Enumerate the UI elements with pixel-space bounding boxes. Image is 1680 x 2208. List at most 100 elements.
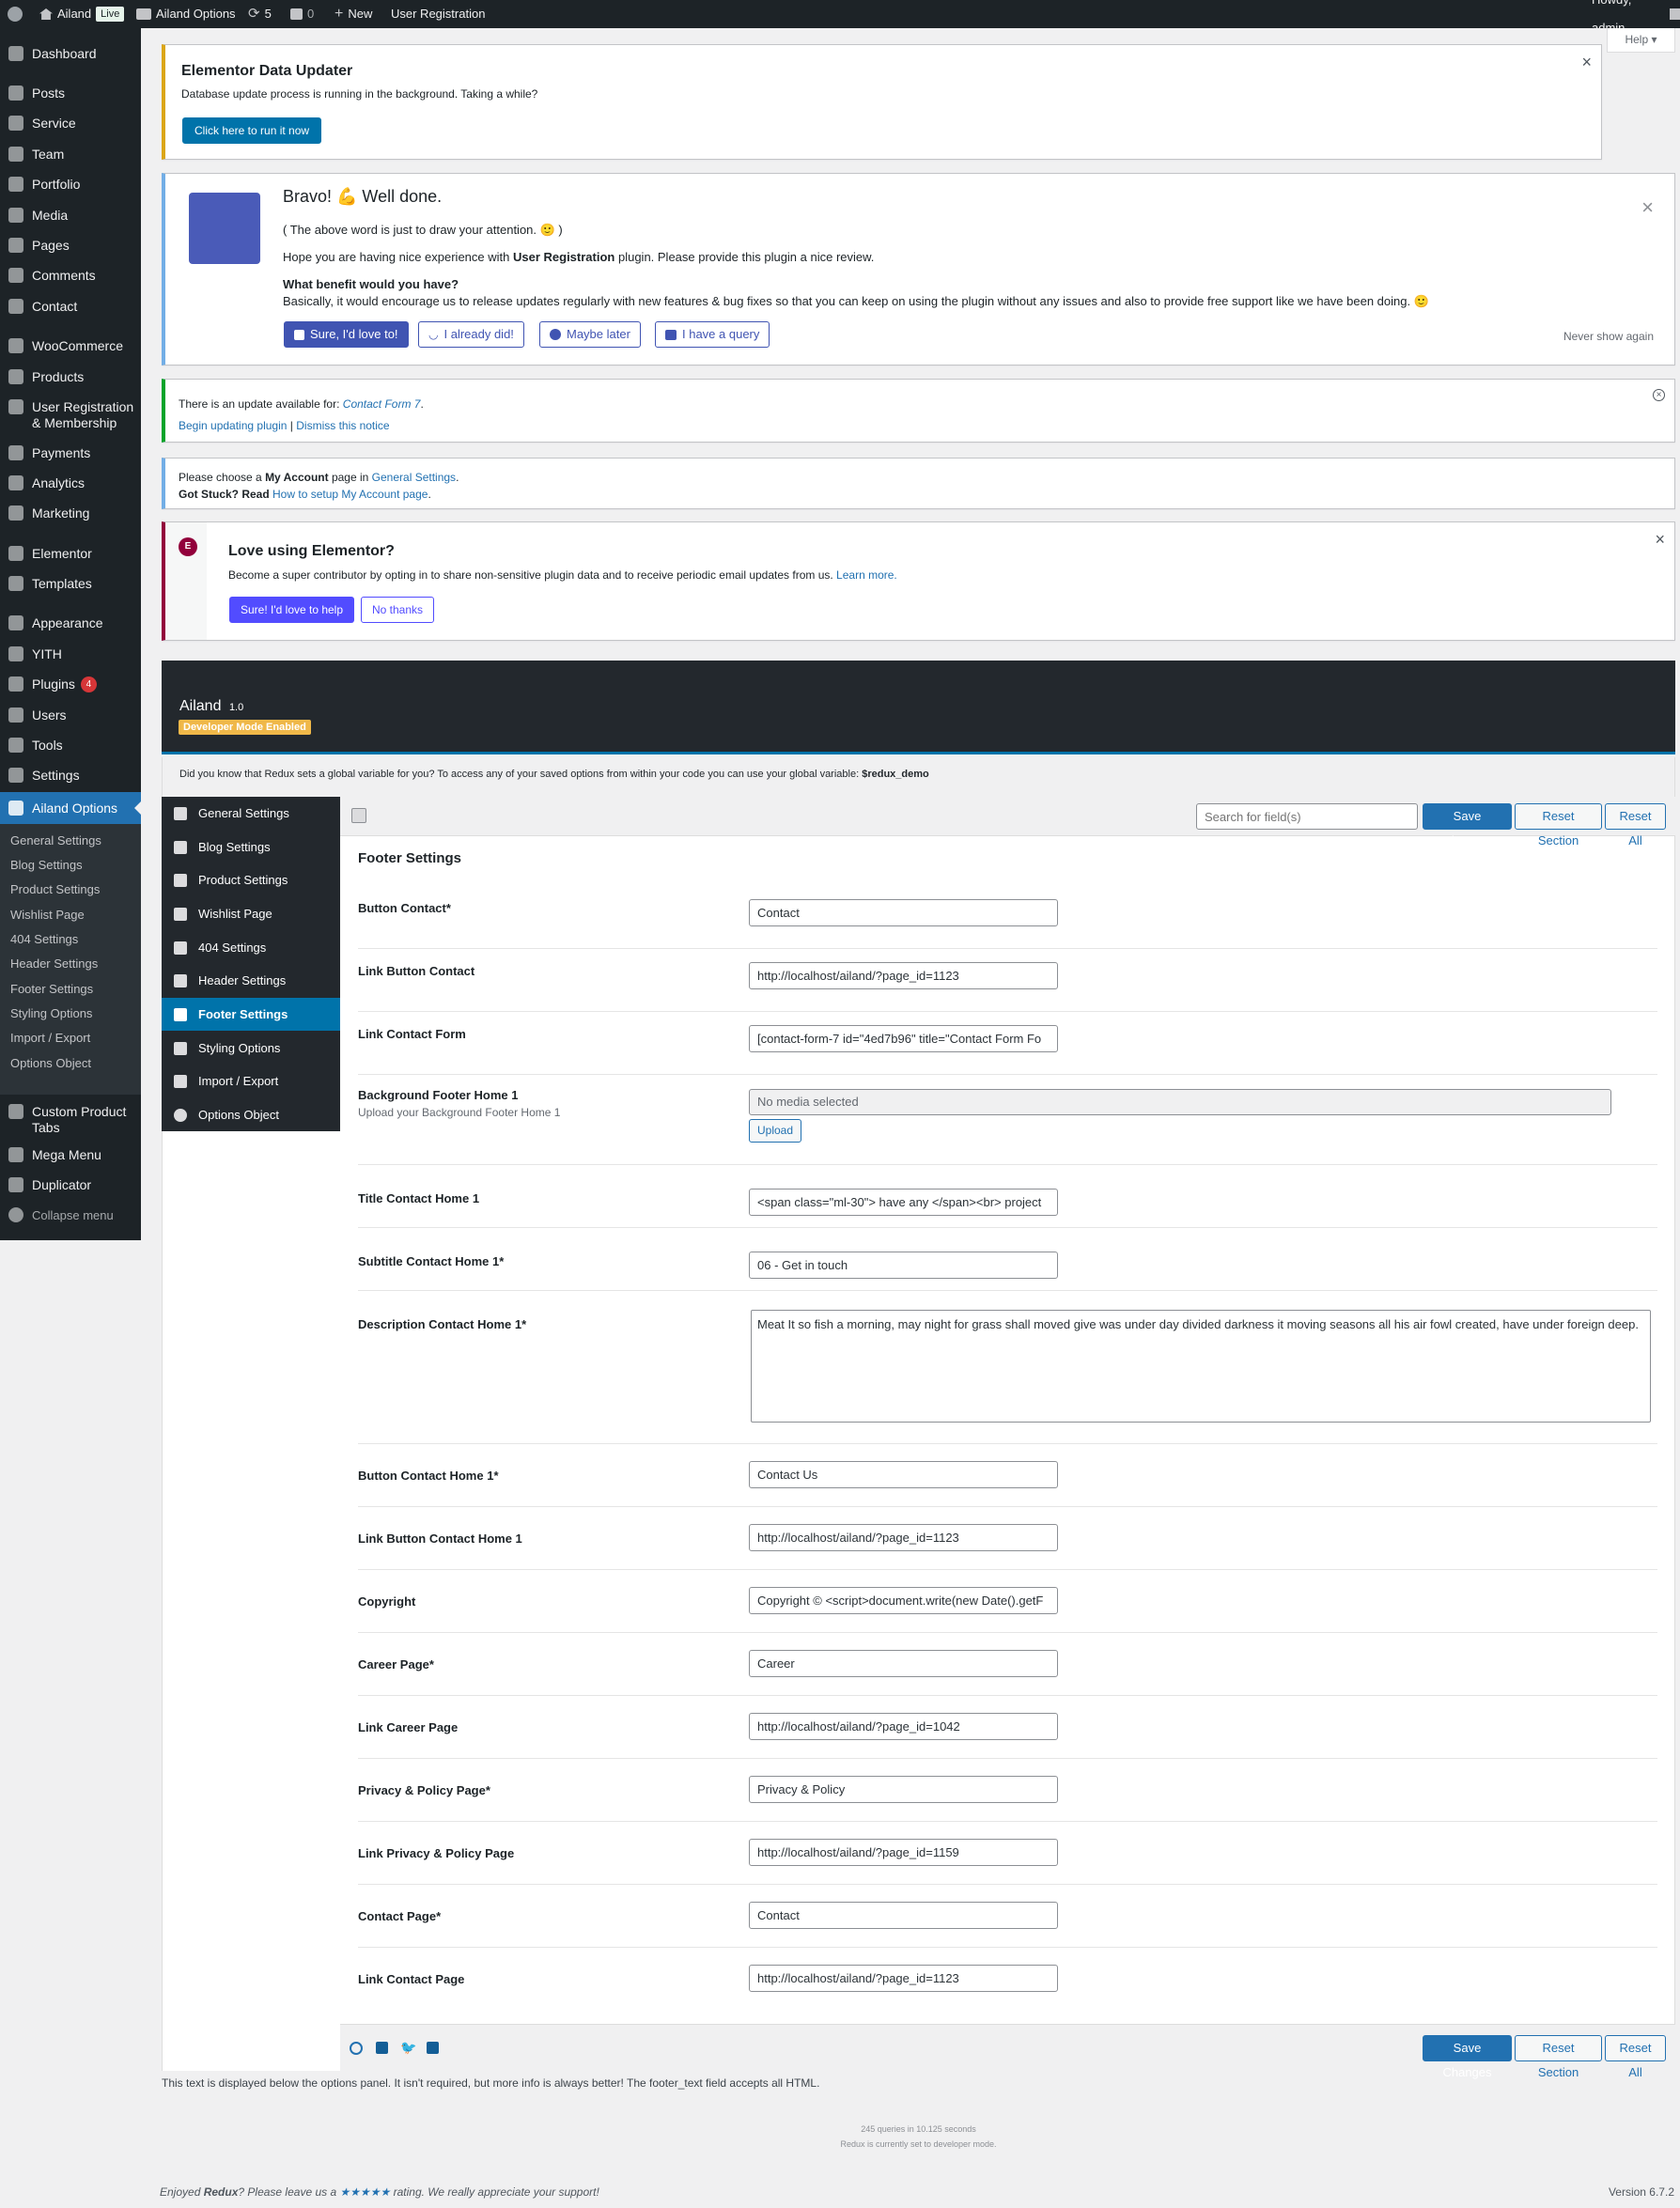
- save-changes-button[interactable]: Save Changes: [1423, 803, 1512, 847]
- button-contact-input[interactable]: Contact: [749, 899, 1058, 926]
- nav-general-settings[interactable]: General Settings: [162, 797, 340, 830]
- close-icon[interactable]: ×: [1641, 195, 1654, 220]
- menu-elementor[interactable]: Elementor: [0, 539, 141, 568]
- my-account-link[interactable]: Howdy, admin: [1592, 0, 1680, 35]
- button-contact-home-input[interactable]: Contact Us: [749, 1461, 1058, 1488]
- menu-mega-menu[interactable]: Mega Menu: [0, 1141, 141, 1169]
- menu-dashboard[interactable]: Dashboard: [0, 39, 141, 68]
- comments-link[interactable]: 0: [290, 0, 314, 28]
- nav-404-settings[interactable]: 404 Settings: [162, 931, 340, 964]
- menu-analytics[interactable]: Analytics: [0, 469, 141, 497]
- new-content-link[interactable]: + New: [334, 0, 372, 28]
- copyright-input[interactable]: Copyright © <script>document.write(new D…: [749, 1587, 1058, 1614]
- submenu-import-export[interactable]: Import / Export: [10, 1031, 90, 1045]
- facebook-icon[interactable]: [376, 2042, 388, 2054]
- reset-section-button-bottom[interactable]: Reset Section: [1515, 2035, 1602, 2079]
- menu-woocommerce[interactable]: WooCommerce: [0, 332, 141, 360]
- submenu-footer-settings[interactable]: Footer Settings: [10, 982, 93, 996]
- menu-user-registration[interactable]: User Registration & Membership: [0, 394, 141, 435]
- never-show-link[interactable]: Never show again: [1563, 330, 1654, 343]
- link-privacy-page-input[interactable]: http://localhost/ailand/?page_id=1159: [749, 1839, 1058, 1866]
- dismiss-icon[interactable]: ×: [1653, 389, 1665, 401]
- maybe-later-button[interactable]: Maybe later: [539, 321, 641, 348]
- reset-all-button-bottom[interactable]: Reset All: [1605, 2035, 1666, 2079]
- wordpress-logo-icon[interactable]: [8, 0, 23, 28]
- options-link[interactable]: Ailand Options: [136, 0, 236, 28]
- menu-appearance[interactable]: Appearance: [0, 609, 141, 637]
- nav-footer-settings[interactable]: Footer Settings: [162, 998, 340, 1031]
- menu-tools[interactable]: Tools: [0, 731, 141, 759]
- menu-yith[interactable]: YITH: [0, 640, 141, 668]
- menu-custom-product-tabs[interactable]: Custom Product Tabs: [0, 1100, 141, 1138]
- submenu-header-settings[interactable]: Header Settings: [10, 956, 98, 971]
- menu-comments[interactable]: Comments: [0, 261, 141, 289]
- submenu-general-settings[interactable]: General Settings: [10, 833, 101, 847]
- redux-icon[interactable]: [350, 2042, 363, 2055]
- rating-stars-link[interactable]: ★★★★★: [339, 2185, 390, 2199]
- site-name-link[interactable]: Ailand Live: [39, 0, 125, 28]
- subtitle-contact-input[interactable]: 06 - Get in touch: [749, 1252, 1058, 1279]
- submenu-wishlist-page[interactable]: Wishlist Page: [10, 908, 85, 922]
- menu-templates[interactable]: Templates: [0, 569, 141, 598]
- link-button-contact-input[interactable]: http://localhost/ailand/?page_id=1123: [749, 962, 1058, 989]
- no-thanks-button[interactable]: No thanks: [361, 597, 435, 623]
- background-media-input[interactable]: No media selected: [749, 1089, 1611, 1115]
- reset-all-button[interactable]: Reset All: [1605, 803, 1666, 847]
- linkedin-icon[interactable]: [427, 2042, 439, 2054]
- nav-blog-settings[interactable]: Blog Settings: [162, 831, 340, 863]
- submenu-styling-options[interactable]: Styling Options: [10, 1006, 92, 1020]
- contact-form-7-link[interactable]: Contact Form 7: [343, 397, 421, 411]
- nav-import-export[interactable]: Import / Export: [162, 1065, 340, 1097]
- menu-duplicator[interactable]: Duplicator: [0, 1171, 141, 1199]
- submenu-product-settings[interactable]: Product Settings: [10, 882, 100, 896]
- menu-products[interactable]: Products: [0, 363, 141, 391]
- menu-media[interactable]: Media: [0, 201, 141, 229]
- submenu-blog-settings[interactable]: Blog Settings: [10, 858, 83, 872]
- already-did-button[interactable]: ◡ I already did!: [418, 321, 524, 348]
- nav-product-settings[interactable]: Product Settings: [162, 863, 340, 896]
- help-tab[interactable]: Help ▾: [1607, 28, 1675, 53]
- submenu-404-settings[interactable]: 404 Settings: [10, 932, 78, 946]
- menu-portfolio[interactable]: Portfolio: [0, 170, 141, 198]
- link-career-page-input[interactable]: http://localhost/ailand/?page_id=1042: [749, 1713, 1058, 1740]
- upload-button[interactable]: Upload: [749, 1119, 802, 1143]
- run-now-button[interactable]: Click here to run it now: [182, 117, 322, 144]
- description-contact-textarea[interactable]: Meat It so fish a morning, may night for…: [751, 1310, 1651, 1423]
- begin-update-link[interactable]: Begin updating plugin: [179, 419, 287, 432]
- dismiss-notice-link[interactable]: Dismiss this notice: [296, 419, 389, 432]
- nav-header-settings[interactable]: Header Settings: [162, 964, 340, 997]
- career-page-input[interactable]: Career: [749, 1650, 1058, 1677]
- reset-section-button[interactable]: Reset Section: [1515, 803, 1602, 847]
- setup-account-link[interactable]: How to setup My Account page: [272, 488, 428, 501]
- menu-marketing[interactable]: Marketing: [0, 499, 141, 527]
- have-query-button[interactable]: I have a query: [655, 321, 770, 348]
- link-contact-page-input[interactable]: http://localhost/ailand/?page_id=1123: [749, 1965, 1058, 1992]
- menu-contact[interactable]: Contact: [0, 292, 141, 320]
- nav-options-object[interactable]: Options Object: [162, 1098, 340, 1131]
- expand-options-icon[interactable]: [351, 808, 366, 823]
- twitter-icon[interactable]: 🐦: [400, 2040, 416, 2056]
- menu-plugins[interactable]: Plugins 4: [0, 670, 141, 698]
- opt-in-button[interactable]: Sure! I'd love to help: [229, 597, 355, 623]
- link-button-contact-home-input[interactable]: http://localhost/ailand/?page_id=1123: [749, 1524, 1058, 1551]
- menu-pages[interactable]: Pages: [0, 231, 141, 259]
- nav-wishlist-page[interactable]: Wishlist Page: [162, 897, 340, 930]
- save-changes-button-bottom[interactable]: Save Changes: [1423, 2035, 1512, 2079]
- search-fields-input[interactable]: [1196, 803, 1418, 830]
- updates-link[interactable]: ⟳ 5: [248, 0, 272, 28]
- close-icon[interactable]: ×: [1581, 53, 1592, 72]
- privacy-page-input[interactable]: Privacy & Policy: [749, 1776, 1058, 1803]
- collapse-menu-button[interactable]: Collapse menu: [0, 1201, 141, 1229]
- menu-posts[interactable]: Posts: [0, 79, 141, 107]
- user-registration-link[interactable]: User Registration: [391, 0, 485, 28]
- link-contact-form-input[interactable]: [contact-form-7 id="4ed7b96" title="Cont…: [749, 1025, 1058, 1052]
- menu-payments[interactable]: Payments: [0, 439, 141, 467]
- menu-users[interactable]: Users: [0, 701, 141, 729]
- sure-love-to-button[interactable]: Sure, I'd love to!: [284, 321, 409, 348]
- menu-service[interactable]: Service: [0, 109, 141, 137]
- nav-styling-options[interactable]: Styling Options: [162, 1032, 340, 1065]
- submenu-options-object[interactable]: Options Object: [10, 1056, 91, 1070]
- close-icon[interactable]: ×: [1655, 530, 1665, 550]
- menu-settings[interactable]: Settings: [0, 761, 141, 789]
- learn-more-link[interactable]: Learn more.: [836, 568, 897, 582]
